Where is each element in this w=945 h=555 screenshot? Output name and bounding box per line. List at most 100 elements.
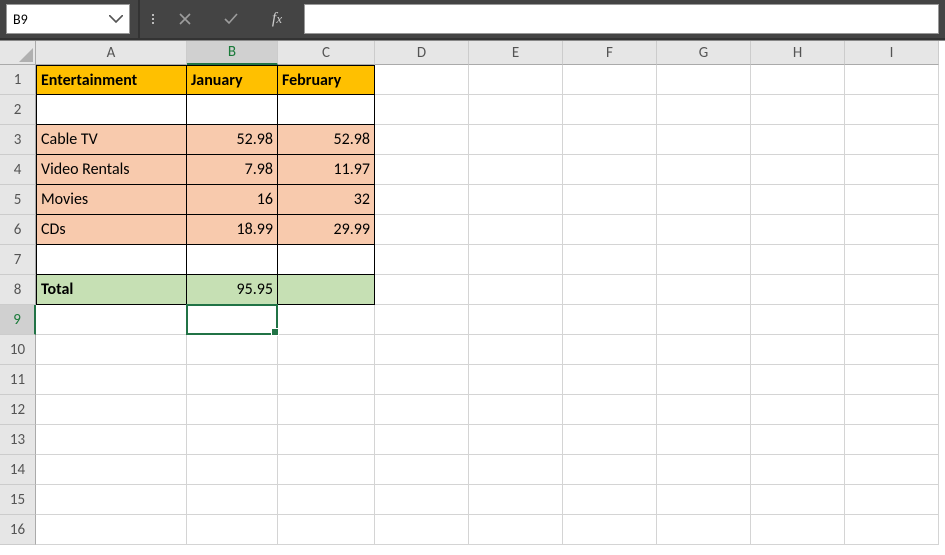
cell-F1[interactable] bbox=[563, 65, 657, 95]
column-header-H[interactable]: H bbox=[751, 41, 845, 65]
row-header-3[interactable]: 3 bbox=[0, 125, 36, 155]
cell-C6[interactable]: 29.99 bbox=[278, 215, 375, 245]
cell-I9[interactable] bbox=[845, 305, 939, 335]
cell-G6[interactable] bbox=[657, 215, 751, 245]
cell-I13[interactable] bbox=[845, 425, 939, 455]
cell-I14[interactable] bbox=[845, 455, 939, 485]
cell-C2[interactable] bbox=[278, 95, 375, 125]
column-header-G[interactable]: G bbox=[657, 41, 751, 65]
cell-I7[interactable] bbox=[845, 245, 939, 275]
cell-G9[interactable] bbox=[657, 305, 751, 335]
cell-I15[interactable] bbox=[845, 485, 939, 515]
cell-F9[interactable] bbox=[563, 305, 657, 335]
cell-E16[interactable] bbox=[469, 515, 563, 545]
cell-G14[interactable] bbox=[657, 455, 751, 485]
cell-A7[interactable] bbox=[36, 245, 187, 275]
cell-I5[interactable] bbox=[845, 185, 939, 215]
cell-D14[interactable] bbox=[375, 455, 469, 485]
cell-C8[interactable] bbox=[278, 275, 375, 305]
cell-F13[interactable] bbox=[563, 425, 657, 455]
row-header-7[interactable]: 7 bbox=[0, 245, 36, 275]
cell-B9[interactable] bbox=[187, 305, 278, 335]
cell-C11[interactable] bbox=[278, 365, 375, 395]
cell-C13[interactable] bbox=[278, 425, 375, 455]
cell-G7[interactable] bbox=[657, 245, 751, 275]
cell-B2[interactable] bbox=[187, 95, 278, 125]
cell-D11[interactable] bbox=[375, 365, 469, 395]
row-header-11[interactable]: 11 bbox=[0, 365, 36, 395]
cell-B12[interactable] bbox=[187, 395, 278, 425]
cell-H2[interactable] bbox=[751, 95, 845, 125]
cell-F10[interactable] bbox=[563, 335, 657, 365]
cell-G16[interactable] bbox=[657, 515, 751, 545]
cell-I1[interactable] bbox=[845, 65, 939, 95]
cell-C16[interactable] bbox=[278, 515, 375, 545]
cell-C12[interactable] bbox=[278, 395, 375, 425]
cell-H9[interactable] bbox=[751, 305, 845, 335]
spreadsheet-grid[interactable]: ABCDEFGHI 12345678910111213141516 Entert… bbox=[0, 40, 945, 555]
row-header-12[interactable]: 12 bbox=[0, 395, 36, 425]
cell-E3[interactable] bbox=[469, 125, 563, 155]
cell-F12[interactable] bbox=[563, 395, 657, 425]
cell-A9[interactable] bbox=[36, 305, 187, 335]
cell-H8[interactable] bbox=[751, 275, 845, 305]
cell-F14[interactable] bbox=[563, 455, 657, 485]
cell-A5[interactable]: Movies bbox=[36, 185, 187, 215]
row-header-14[interactable]: 14 bbox=[0, 455, 36, 485]
name-box[interactable]: B9 bbox=[6, 4, 130, 34]
cell-B6[interactable]: 18.99 bbox=[187, 215, 278, 245]
cell-G3[interactable] bbox=[657, 125, 751, 155]
row-header-4[interactable]: 4 bbox=[0, 155, 36, 185]
cell-A11[interactable] bbox=[36, 365, 187, 395]
row-header-9[interactable]: 9 bbox=[0, 305, 36, 335]
cell-F5[interactable] bbox=[563, 185, 657, 215]
cell-H12[interactable] bbox=[751, 395, 845, 425]
column-header-I[interactable]: I bbox=[845, 41, 939, 65]
cell-F3[interactable] bbox=[563, 125, 657, 155]
cell-G12[interactable] bbox=[657, 395, 751, 425]
cell-F4[interactable] bbox=[563, 155, 657, 185]
cell-G4[interactable] bbox=[657, 155, 751, 185]
cell-C4[interactable]: 11.97 bbox=[278, 155, 375, 185]
cell-H13[interactable] bbox=[751, 425, 845, 455]
cell-G13[interactable] bbox=[657, 425, 751, 455]
row-header-10[interactable]: 10 bbox=[0, 335, 36, 365]
cell-G1[interactable] bbox=[657, 65, 751, 95]
cell-C5[interactable]: 32 bbox=[278, 185, 375, 215]
cell-G2[interactable] bbox=[657, 95, 751, 125]
cell-I16[interactable] bbox=[845, 515, 939, 545]
cell-B8[interactable]: 95.95 bbox=[187, 275, 278, 305]
cell-B11[interactable] bbox=[187, 365, 278, 395]
cell-B15[interactable] bbox=[187, 485, 278, 515]
cell-H5[interactable] bbox=[751, 185, 845, 215]
cell-D6[interactable] bbox=[375, 215, 469, 245]
cell-I6[interactable] bbox=[845, 215, 939, 245]
row-header-6[interactable]: 6 bbox=[0, 215, 36, 245]
formula-bar[interactable] bbox=[304, 4, 939, 34]
cell-A12[interactable] bbox=[36, 395, 187, 425]
cell-F8[interactable] bbox=[563, 275, 657, 305]
cell-A15[interactable] bbox=[36, 485, 187, 515]
cell-E15[interactable] bbox=[469, 485, 563, 515]
row-header-13[interactable]: 13 bbox=[0, 425, 36, 455]
row-header-8[interactable]: 8 bbox=[0, 275, 36, 305]
cell-B4[interactable]: 7.98 bbox=[187, 155, 278, 185]
cell-A16[interactable] bbox=[36, 515, 187, 545]
cell-A14[interactable] bbox=[36, 455, 187, 485]
cell-A10[interactable] bbox=[36, 335, 187, 365]
cell-C3[interactable]: 52.98 bbox=[278, 125, 375, 155]
cell-E2[interactable] bbox=[469, 95, 563, 125]
cell-E13[interactable] bbox=[469, 425, 563, 455]
cell-B16[interactable] bbox=[187, 515, 278, 545]
cell-E7[interactable] bbox=[469, 245, 563, 275]
cell-B10[interactable] bbox=[187, 335, 278, 365]
cell-C9[interactable] bbox=[278, 305, 375, 335]
cell-E6[interactable] bbox=[469, 215, 563, 245]
cell-B7[interactable] bbox=[187, 245, 278, 275]
cell-B1[interactable]: January bbox=[187, 65, 278, 95]
cell-E14[interactable] bbox=[469, 455, 563, 485]
row-header-2[interactable]: 2 bbox=[0, 95, 36, 125]
cell-A3[interactable]: Cable TV bbox=[36, 125, 187, 155]
cell-C1[interactable]: February bbox=[278, 65, 375, 95]
cell-D12[interactable] bbox=[375, 395, 469, 425]
